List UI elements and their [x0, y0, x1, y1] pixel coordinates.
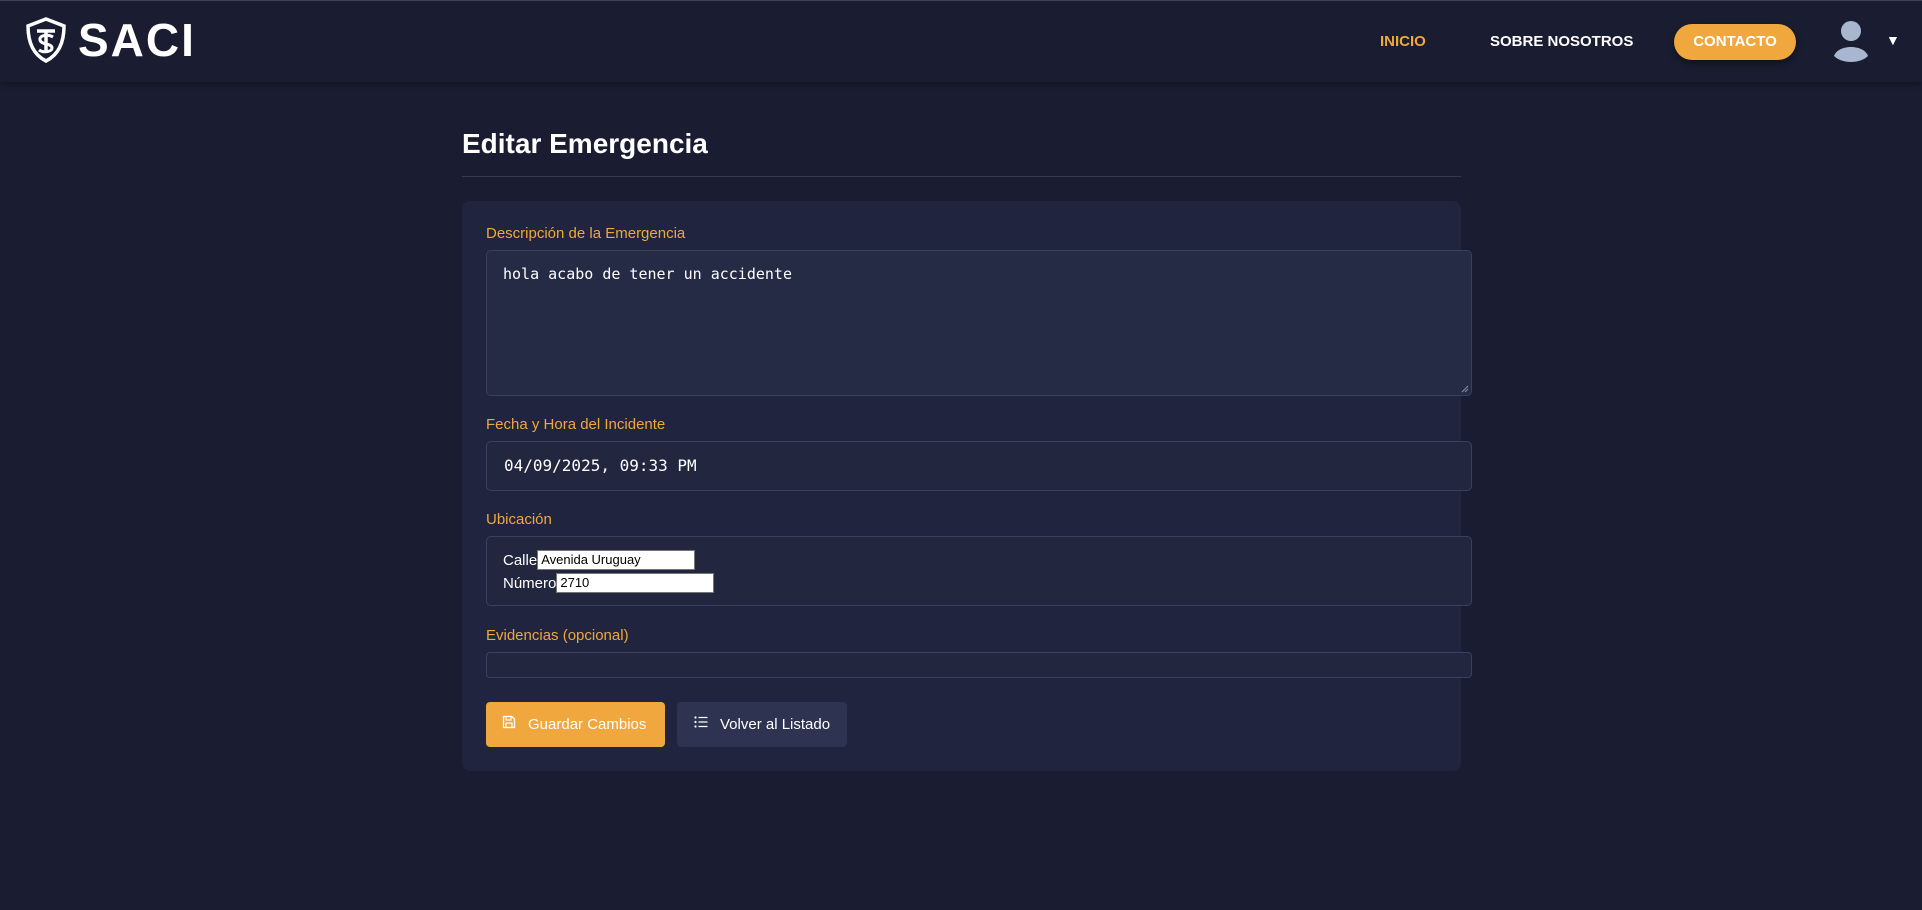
title-divider: [462, 176, 1461, 177]
brand[interactable]: SACI: [24, 17, 196, 63]
navbar: SACI INICIO SOBRE NOSOTROS CONTACTO ▼: [0, 0, 1922, 82]
ubicacion-label: Ubicación: [486, 511, 552, 528]
nav-link-sobre-nosotros[interactable]: SOBRE NOSOTROS: [1490, 33, 1633, 50]
volver-listado-label: Volver al Listado: [720, 716, 831, 733]
save-icon: [502, 715, 516, 728]
calle-label: Calle: [503, 551, 538, 569]
ubicacion-box: Calle Avenida Uruguay Número 2710: [486, 536, 1472, 606]
numero-row: Número 2710: [503, 573, 715, 593]
brand-name: SACI: [78, 14, 196, 66]
fecha-label: Fecha y Hora del Incidente: [486, 416, 666, 433]
descripcion-label: Descripción de la Emergencia: [486, 225, 686, 242]
list-icon: [694, 715, 708, 728]
descripcion-value: hola acabo de tener un accidente: [503, 265, 792, 283]
dropdown-caret-icon[interactable]: ▼: [1886, 32, 1900, 48]
evidencias-label: Evidencias (opcional): [486, 627, 629, 644]
page-title: Editar Emergencia: [462, 128, 708, 159]
calle-row: Calle Avenida Uruguay: [503, 550, 696, 570]
numero-label: Número: [503, 574, 557, 592]
volver-listado-button[interactable]: Volver al Listado: [677, 702, 847, 747]
evidencias-input[interactable]: [486, 652, 1472, 678]
guardar-cambios-label: Guardar Cambios: [528, 716, 647, 733]
descripcion-textarea[interactable]: hola acabo de tener un accidente: [486, 250, 1472, 396]
user-avatar-icon[interactable]: [1832, 20, 1870, 62]
resize-grip-icon[interactable]: [1461, 385, 1469, 393]
edit-form-card: Descripción de la Emergencia hola acabo …: [462, 201, 1472, 771]
shield-logo-icon: [26, 17, 66, 63]
nav-link-inicio[interactable]: INICIO: [1380, 33, 1426, 50]
fecha-hora-value: 04/09/2025, 09:33 PM: [504, 456, 697, 475]
fecha-hora-input[interactable]: 04/09/2025, 09:33 PM: [486, 441, 1472, 491]
guardar-cambios-button[interactable]: Guardar Cambios: [486, 702, 665, 747]
calle-input[interactable]: Avenida Uruguay: [537, 550, 696, 570]
numero-input[interactable]: 2710: [556, 573, 715, 593]
contacto-button[interactable]: CONTACTO: [1674, 24, 1796, 60]
